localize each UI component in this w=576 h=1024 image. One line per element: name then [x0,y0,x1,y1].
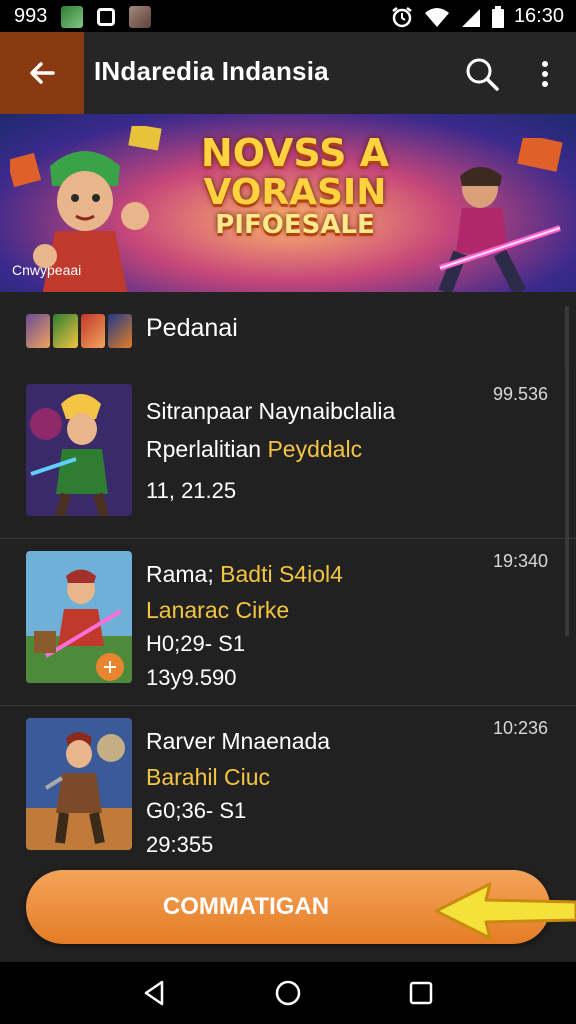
game-meta-secondary: 13y9.590 [146,665,237,690]
square-icon [97,7,116,26]
section-header: Pedanai [0,292,576,372]
game-subtitle-highlight: Peyddalc [267,436,363,462]
section-thumbnail-strip [26,314,132,348]
list-item[interactable]: Sitranpaar Naynaibclalia Rperlalitian Pe… [0,372,576,538]
nav-back-icon[interactable] [140,978,170,1008]
system-nav-bar [0,962,576,1024]
game-time: 10:236 [492,718,548,738]
nav-recents-icon[interactable] [406,978,436,1008]
more-vert-icon [542,61,548,87]
hero-character-right-image [438,138,563,292]
game-meta: 11, 21.25 [146,478,237,503]
wifi-icon [424,7,449,27]
signal-icon [461,8,480,27]
game-subtitle: Rperlalitian Peyddalc [146,436,362,463]
banner-title-line2: VORASIN [203,171,387,213]
status-left-text: 993 [14,5,48,27]
section-thumb-2 [53,314,78,348]
app-thumbnail-green-icon [61,5,84,28]
status-time: 16:30 [513,5,564,27]
photo-thumbnail-icon [129,5,152,28]
alarm-icon [392,6,412,27]
game-meta: H0;29- S1 [146,631,246,656]
banner-title: NOVSS A VORASIN PIFOESALE [180,131,410,240]
game-title: Rama; Badti S4iol4 [146,561,343,588]
banner-title-line3: PIFOESALE [215,209,375,240]
game-time: 99.536 [492,384,548,404]
game-title-highlight: Badti S4iol4 [220,561,343,587]
nav-home-icon[interactable] [273,978,303,1008]
battery-icon [491,5,504,28]
cta-label: COMMATIGAN [162,893,330,920]
app-bar: INdaredia Indansia [0,32,576,114]
section-thumb-3 [80,314,105,348]
game-title: Rarver Mnaenada [146,728,331,754]
status-left: 993 [14,5,152,28]
game-title-text: Rama; [146,561,221,587]
game-time: 19:340 [492,551,548,571]
arrow-pointer-icon [434,882,576,940]
back-arrow-icon [30,62,55,84]
search-button[interactable] [462,54,502,94]
status-bar: 993 16:30 [0,0,576,32]
promo-banner[interactable]: NOVSS A VORASIN PIFOESALE [0,114,576,292]
app-title: INdaredia Indansia [94,56,329,86]
screen: 993 16:30 INdaredia Indansia NOVSS A VOR… [0,0,576,1024]
game-thumbnail [26,384,132,516]
more-options-button[interactable] [530,54,560,94]
game-thumbnail [26,718,132,850]
list-item[interactable]: Rama; Badti S4iol4 Lanarac Cirke H0;29- … [0,538,576,705]
game-subtitle-text: Rperlalitian [146,436,268,462]
section-thumb-1 [26,314,51,348]
search-icon [466,58,499,91]
game-title: Sitranpaar Naynaibclalia [146,398,396,424]
banner-watermark: Cnwypeaai [12,262,82,278]
status-right: 16:30 [390,5,564,28]
game-subtitle: Lanarac Cirke [146,597,290,623]
back-button[interactable] [0,32,84,114]
section-thumb-4 [107,314,132,348]
banner-title-line1: NOVSS A [200,131,390,175]
section-title: Pedanai [146,314,238,342]
game-meta: G0;36- S1 [146,798,247,823]
game-subtitle: Barahil Ciuc [146,764,270,790]
game-list: Sitranpaar Naynaibclalia Rperlalitian Pe… [0,372,576,872]
game-meta-secondary: 29:355 [146,832,214,857]
list-item[interactable]: Rarver Mnaenada Barahil Ciuc G0;36- S1 2… [0,705,576,872]
game-thumbnail [26,551,132,683]
